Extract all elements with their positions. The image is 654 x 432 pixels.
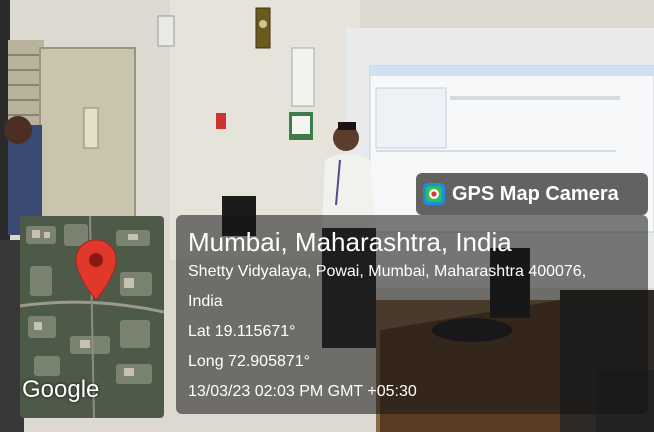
app-label: GPS Map Camera [452, 182, 619, 205]
photo-frame: Google GPS Map Camera Mumbai, Maharashtr… [0, 0, 654, 432]
datetime-text: 13/03/23 02:03 PM GMT +05:30 [188, 383, 417, 400]
latitude-text: Lat 19.115671° [188, 323, 296, 340]
address-line-2: India [188, 293, 223, 310]
gps-map-camera-icon [423, 183, 445, 205]
longitude-text: Long 72.905871° [188, 353, 311, 370]
map-provider-logo: Google [22, 376, 100, 403]
location-title: Mumbai, Maharashtra, India [188, 227, 512, 257]
location-info-panel: Mumbai, Maharashtra, India Shetty Vidyal… [176, 215, 648, 414]
app-badge: GPS Map Camera [416, 173, 648, 215]
address-line-1: Shetty Vidyalaya, Powai, Mumbai, Maharas… [188, 263, 587, 280]
location-pin-icon [75, 239, 117, 301]
map-thumbnail: Google [20, 216, 164, 418]
